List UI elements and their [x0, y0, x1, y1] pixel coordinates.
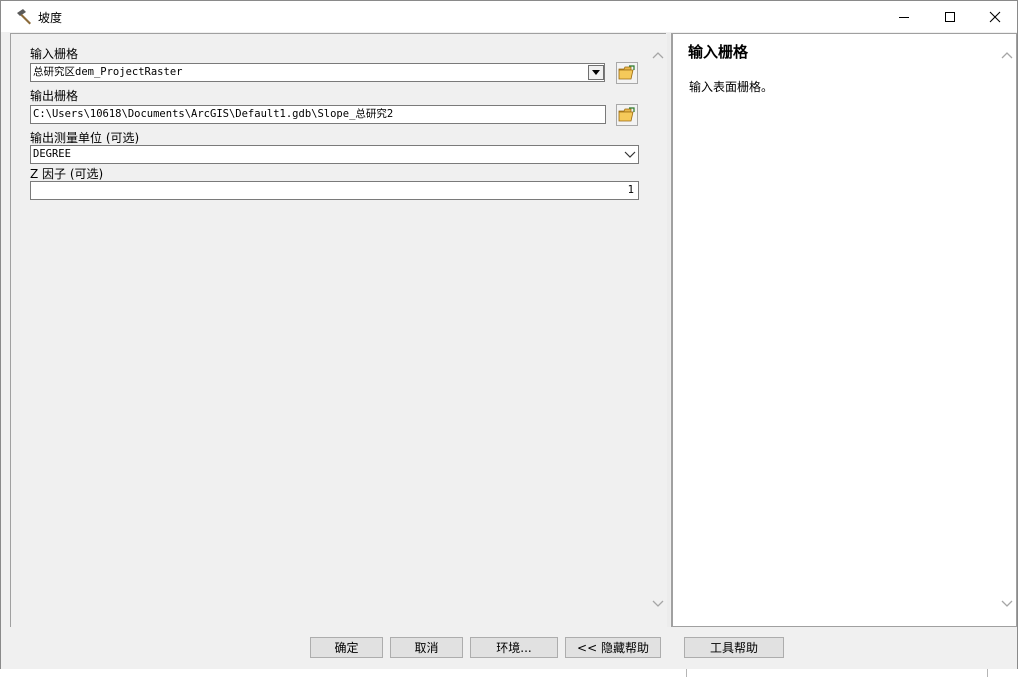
output-raster-value: C:\Users\10618\Documents\ArcGIS\Default1… — [33, 108, 394, 120]
output-raster-browse-button[interactable] — [616, 104, 638, 126]
help-body: 输入表面栅格。 — [689, 80, 774, 94]
input-raster-dropdown-button[interactable] — [588, 65, 604, 80]
cancel-button[interactable]: 取消 — [390, 637, 463, 658]
scroll-down-icon[interactable] — [651, 599, 665, 609]
input-raster-combobox[interactable]: 总研究区dem_ProjectRaster — [30, 63, 605, 82]
z-factor-value: 1 — [627, 184, 634, 196]
measurement-label: 输出测量单位 (可选) — [30, 131, 140, 145]
folder-open-icon — [618, 65, 635, 80]
input-raster-browse-button[interactable] — [616, 62, 638, 84]
background-window-fragment — [686, 669, 988, 677]
help-scroll-down-icon[interactable] — [1000, 599, 1014, 609]
button-bar: 确定 取消 环境... << 隐藏帮助 工具帮助 — [1, 627, 1017, 669]
help-scroll-up-icon[interactable] — [1000, 50, 1014, 60]
title-bar: 坡度 — [1, 1, 1017, 32]
close-icon — [989, 11, 1001, 22]
hammer-icon — [17, 9, 31, 25]
help-pane — [671, 33, 1017, 627]
folder-open-icon — [618, 107, 635, 122]
maximize-icon — [945, 11, 955, 22]
measurement-value: DEGREE — [33, 148, 71, 160]
output-raster-input[interactable]: C:\Users\10618\Documents\ArcGIS\Default1… — [30, 105, 606, 124]
tool-help-button[interactable]: 工具帮助 — [684, 637, 784, 658]
environments-button[interactable]: 环境... — [470, 637, 558, 658]
dropdown-arrow-icon — [592, 69, 600, 75]
hide-help-button[interactable]: << 隐藏帮助 — [565, 637, 661, 658]
slope-tool-dialog: 坡度 输入栅格 总研究区dem_ProjectRaster 输出栅格 C:\Us… — [0, 0, 1018, 669]
close-button[interactable] — [972, 1, 1018, 32]
window-title: 坡度 — [38, 11, 63, 25]
minimize-button[interactable] — [881, 1, 927, 32]
help-title: 输入栅格 — [688, 43, 749, 61]
maximize-button[interactable] — [927, 1, 973, 32]
measurement-select[interactable]: DEGREE — [30, 145, 639, 164]
z-factor-input[interactable]: 1 — [30, 181, 639, 200]
chevron-down-icon — [624, 151, 636, 158]
input-raster-value: 总研究区dem_ProjectRaster — [33, 66, 183, 78]
minimize-icon — [899, 16, 909, 18]
scroll-up-icon[interactable] — [651, 50, 665, 60]
input-raster-label: 输入栅格 — [30, 47, 79, 61]
pane-splitter[interactable] — [667, 33, 670, 627]
output-raster-label: 输出栅格 — [30, 89, 79, 103]
z-factor-label: Z 因子 (可选) — [30, 167, 104, 181]
ok-button[interactable]: 确定 — [310, 637, 383, 658]
